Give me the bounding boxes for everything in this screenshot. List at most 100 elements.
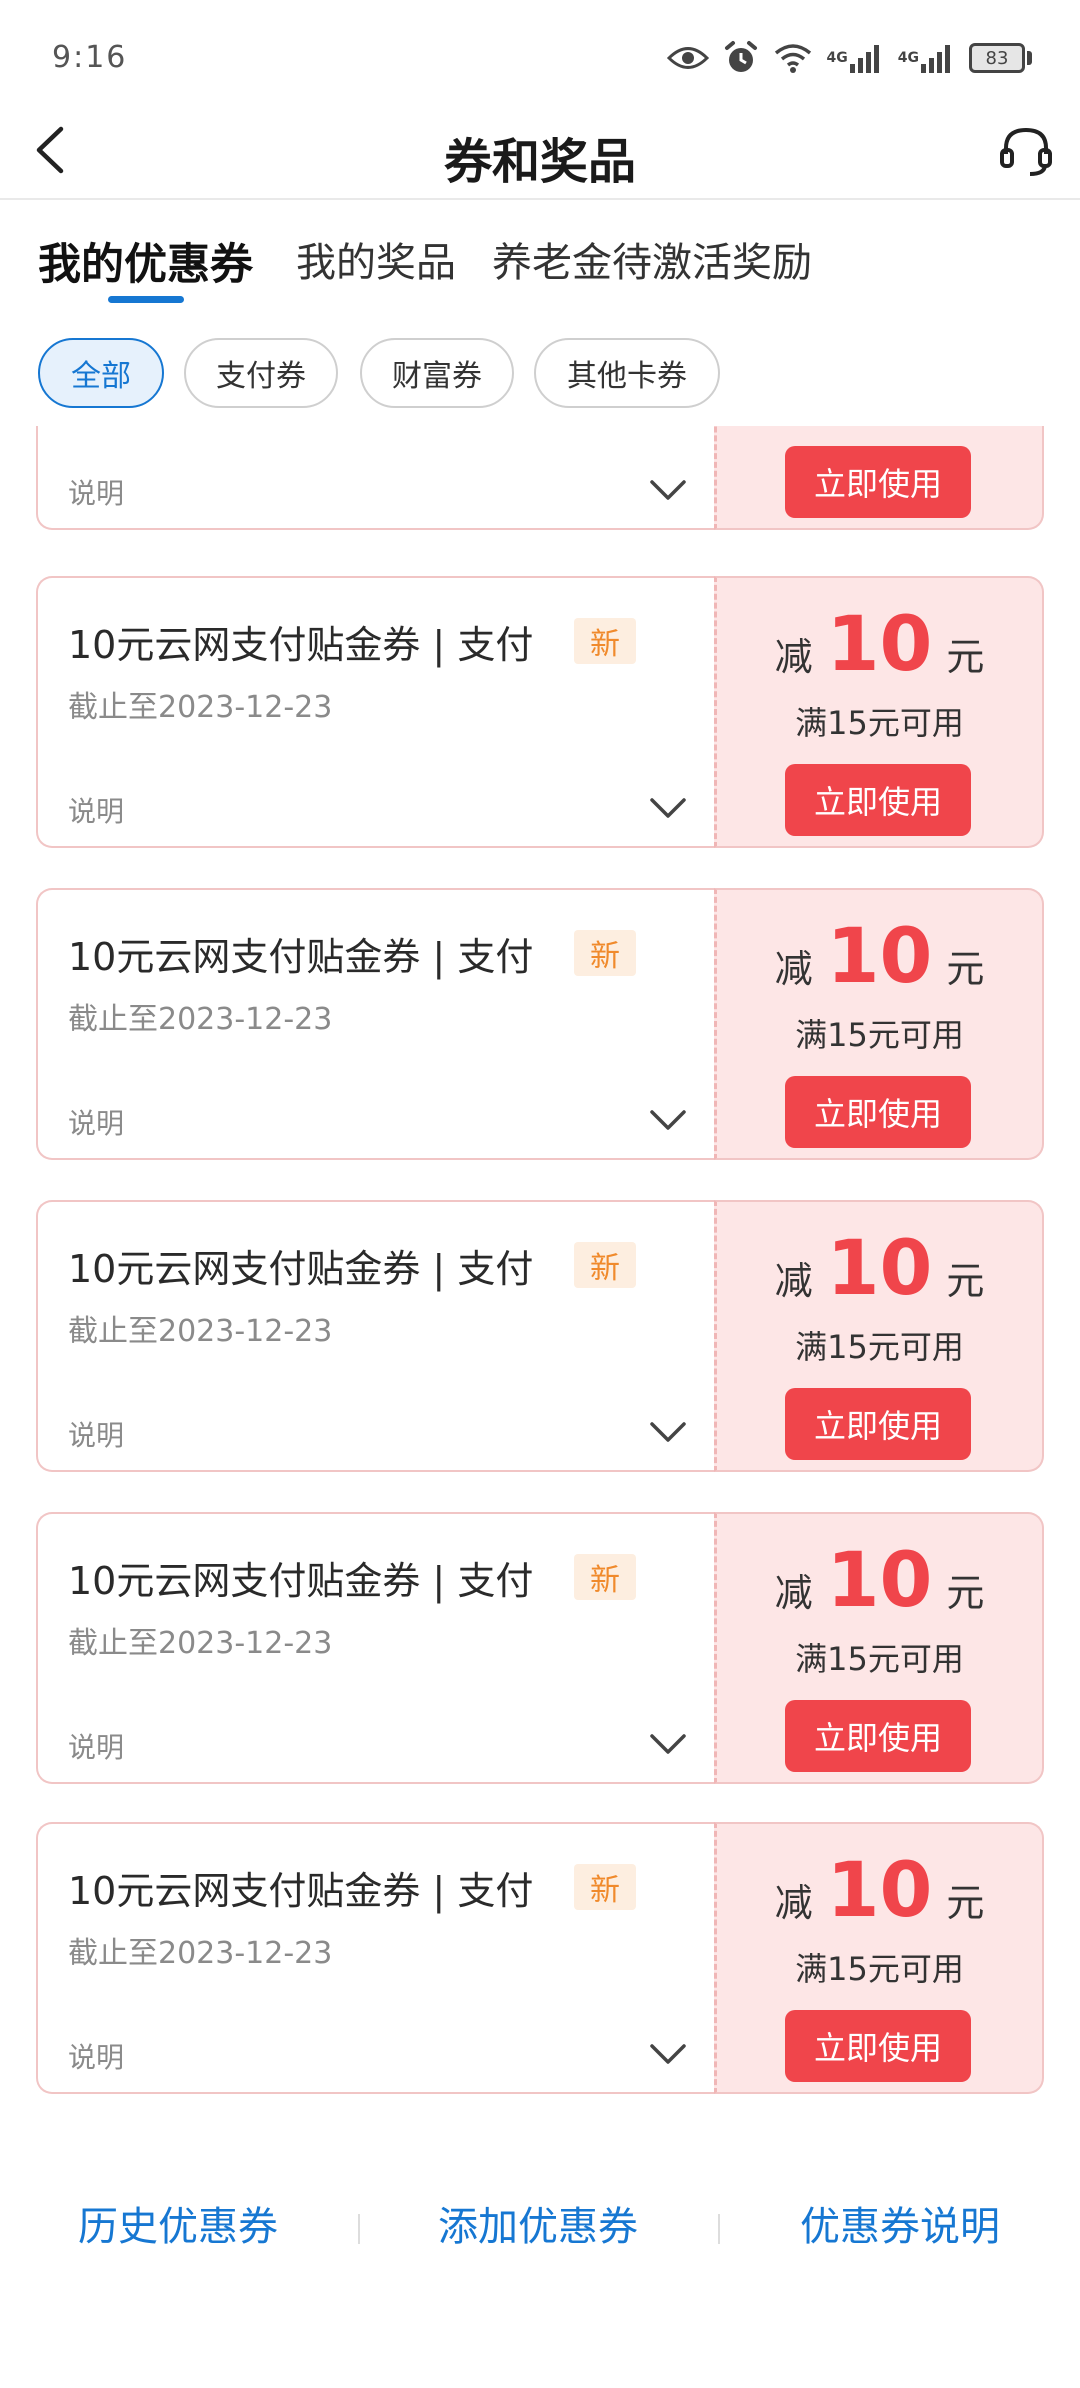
discount-label: 减 <box>774 1259 813 1303</box>
coupon-card: 10元云网支付贴金券 | 支付 新 截止至2023-12-23 说明 减 10 … <box>36 888 1044 1160</box>
link-divider <box>358 2214 360 2244</box>
chevron-down-icon[interactable] <box>648 2038 688 2068</box>
coupon-card: 说明 立即使用 <box>36 426 1044 530</box>
coupon-list[interactable]: 说明 立即使用 10元云网支付贴金券 | 支付 新 截止至2023-12-23 … <box>0 426 1080 2106</box>
new-badge: 新 <box>574 1554 636 1600</box>
new-badge: 新 <box>574 1242 636 1288</box>
coupon-value: 减 10 元 满15元可用 立即使用 <box>714 1200 1044 1472</box>
discount-label: 减 <box>774 947 813 991</box>
coupon-value: 减 10 元 满15元可用 立即使用 <box>714 576 1044 848</box>
coupon-note[interactable]: 说明 <box>68 472 124 512</box>
coupon-title: 10元云网支付贴金券 | 支付 <box>68 935 534 979</box>
coupon-value: 立即使用 <box>714 426 1044 530</box>
coupon-amount: 减 10 元 <box>717 1542 1042 1618</box>
coupon-expiry: 截止至2023-12-23 <box>68 1626 333 1661</box>
chevron-down-icon[interactable] <box>648 1104 688 1134</box>
coupon-amount: 减 10 元 <box>717 1230 1042 1306</box>
discount-label: 减 <box>774 1881 813 1925</box>
coupon-card: 10元云网支付贴金券 | 支付 新 截止至2023-12-23 说明 减 10 … <box>36 1512 1044 1784</box>
currency-unit: 元 <box>946 1571 985 1615</box>
discount-amount: 10 <box>826 1535 933 1624</box>
coupon-info: 10元云网支付贴金券 | 支付 新 截止至2023-12-23 说明 <box>36 888 714 1160</box>
coupon-note[interactable]: 说明 <box>68 790 124 830</box>
coupon-info: 10元云网支付贴金券 | 支付 新 截止至2023-12-23 说明 <box>36 1200 714 1472</box>
coupon-card: 10元云网支付贴金券 | 支付 新 截止至2023-12-23 说明 减 10 … <box>36 1822 1044 2094</box>
filter-wealth[interactable]: 财富券 <box>360 338 514 408</box>
headset-icon <box>1000 127 1052 176</box>
coupon-note[interactable]: 说明 <box>68 2036 124 2076</box>
currency-unit: 元 <box>946 635 985 679</box>
use-now-button[interactable]: 立即使用 <box>785 764 971 836</box>
filter-chips: 全部 支付券 财富券 其他卡券 <box>0 318 1080 422</box>
new-badge: 新 <box>574 1864 636 1910</box>
signal-icon-2: 4G <box>898 42 955 74</box>
alarm-icon <box>723 40 759 76</box>
new-badge: 新 <box>574 618 636 664</box>
signal-icon-1: 4G <box>827 42 884 74</box>
coupon-note[interactable]: 说明 <box>68 1414 124 1454</box>
new-badge: 新 <box>574 930 636 976</box>
tab-pension-rewards[interactable]: 养老金待激活奖励 <box>492 230 812 288</box>
currency-unit: 元 <box>946 947 985 991</box>
page-title: 券和奖品 <box>443 134 636 190</box>
use-now-button[interactable]: 立即使用 <box>785 2010 971 2082</box>
coupon-note[interactable]: 说明 <box>68 1726 124 1766</box>
discount-label: 减 <box>774 635 813 679</box>
discount-label: 减 <box>774 1571 813 1615</box>
currency-unit: 元 <box>946 1259 985 1303</box>
use-now-button[interactable]: 立即使用 <box>785 446 971 518</box>
coupon-condition: 满15元可用 <box>795 1016 964 1054</box>
tab-my-coupons[interactable]: 我的优惠券 <box>38 230 253 292</box>
active-tab-indicator <box>108 296 184 303</box>
coupon-expiry: 截止至2023-12-23 <box>68 690 333 725</box>
tab-my-prizes[interactable]: 我的奖品 <box>296 230 456 288</box>
chevron-down-icon[interactable] <box>648 474 688 504</box>
coupon-note[interactable]: 说明 <box>68 1102 124 1142</box>
coupon-title: 10元云网支付贴金券 | 支付 <box>68 1247 534 1291</box>
coupon-card: 10元云网支付贴金券 | 支付 新 截止至2023-12-23 说明 减 10 … <box>36 576 1044 848</box>
bottom-links: 历史优惠券 添加优惠券 优惠券说明 <box>0 2180 1080 2270</box>
coupon-expiry: 截止至2023-12-23 <box>68 1314 333 1349</box>
filter-payment[interactable]: 支付券 <box>184 338 338 408</box>
status-bar: 9:16 4G 4G 83 <box>0 0 1080 100</box>
coupon-page: 9:16 4G 4G 83 券和奖品 我的优惠券 我的奖品 养老金待激活奖励 全… <box>0 0 1080 2388</box>
coupon-title: 10元云网支付贴金券 | 支付 <box>68 623 534 667</box>
coupon-info: 10元云网支付贴金券 | 支付 新 截止至2023-12-23 说明 <box>36 1822 714 2094</box>
nav-bar: 券和奖品 <box>0 100 1080 200</box>
discount-amount: 10 <box>826 1223 933 1312</box>
battery-icon: 83 <box>969 43 1032 73</box>
coupon-info: 说明 <box>36 426 714 530</box>
chevron-down-icon[interactable] <box>648 792 688 822</box>
history-coupons-link[interactable]: 历史优惠券 <box>78 2194 278 2252</box>
link-divider <box>718 2214 720 2244</box>
coupon-value: 减 10 元 满15元可用 立即使用 <box>714 1512 1044 1784</box>
add-coupon-link[interactable]: 添加优惠券 <box>438 2194 638 2252</box>
discount-amount: 10 <box>826 911 933 1000</box>
status-time: 9:16 <box>52 40 128 75</box>
status-icons: 4G 4G 83 <box>666 36 1032 80</box>
coupon-rules-link[interactable]: 优惠券说明 <box>800 2194 1000 2252</box>
filter-all[interactable]: 全部 <box>38 338 164 408</box>
customer-service-button[interactable] <box>994 118 1058 182</box>
coupon-amount: 减 10 元 <box>717 918 1042 994</box>
use-now-button[interactable]: 立即使用 <box>785 1700 971 1772</box>
coupon-amount: 减 10 元 <box>717 1852 1042 1928</box>
coupon-amount: 减 10 元 <box>717 606 1042 682</box>
coupon-condition: 满15元可用 <box>795 1950 964 1988</box>
use-now-button[interactable]: 立即使用 <box>785 1076 971 1148</box>
eye-icon <box>666 43 709 73</box>
coupon-value: 减 10 元 满15元可用 立即使用 <box>714 1822 1044 2094</box>
chevron-down-icon[interactable] <box>648 1416 688 1446</box>
chevron-down-icon[interactable] <box>648 1728 688 1758</box>
network-type-2: 4G <box>897 50 919 66</box>
coupon-info: 10元云网支付贴金券 | 支付 新 截止至2023-12-23 说明 <box>36 1512 714 1784</box>
network-type-1: 4G <box>826 50 848 66</box>
discount-amount: 10 <box>826 599 933 688</box>
filter-other-cards[interactable]: 其他卡券 <box>534 338 720 408</box>
coupon-card: 10元云网支付贴金券 | 支付 新 截止至2023-12-23 说明 减 10 … <box>36 1200 1044 1472</box>
currency-unit: 元 <box>946 1881 985 1925</box>
use-now-button[interactable]: 立即使用 <box>785 1388 971 1460</box>
coupon-expiry: 截止至2023-12-23 <box>68 1936 333 1971</box>
coupon-condition: 满15元可用 <box>795 1328 964 1366</box>
coupon-expiry: 截止至2023-12-23 <box>68 1002 333 1037</box>
